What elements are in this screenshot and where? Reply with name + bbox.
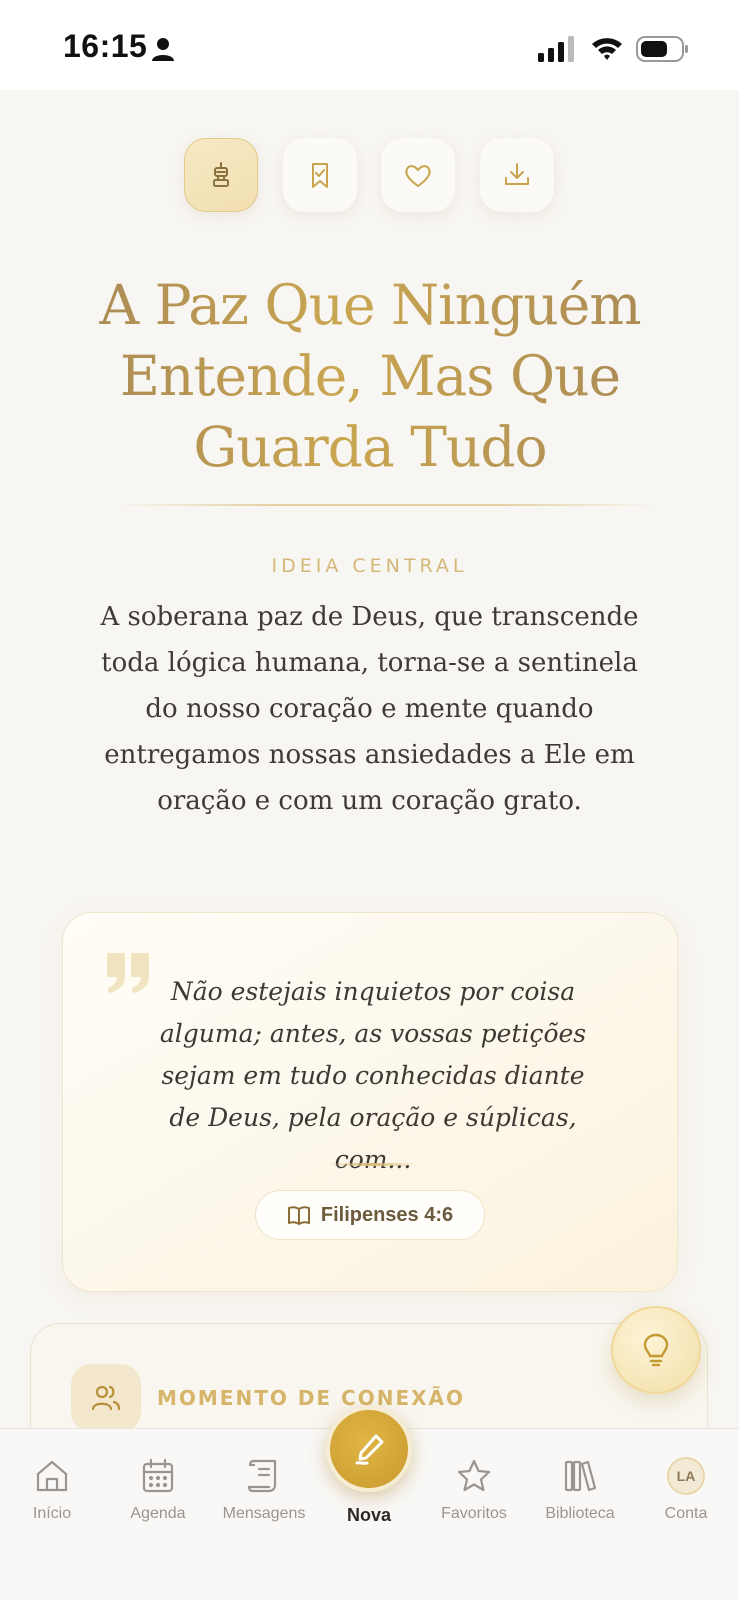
- pen-icon: [355, 1434, 384, 1465]
- tab-nova-label: Nova: [346, 1505, 391, 1525]
- avatar: LA: [667, 1457, 705, 1495]
- scroll-icon: [247, 1459, 277, 1493]
- tab-conta-label: Conta: [664, 1505, 708, 1522]
- lamp-icon: [213, 162, 229, 187]
- heart-icon: [405, 165, 431, 187]
- calendar-icon: [142, 1458, 174, 1493]
- tab-inicio-label: Início: [32, 1505, 72, 1522]
- tab-mensagens-label: Mensagens: [222, 1505, 306, 1522]
- status-time: 16:15: [63, 28, 148, 64]
- verse-reference: Filipenses 4:6: [320, 1203, 454, 1226]
- connection-label: MOMENTO DE CONEXÃO: [157, 1386, 466, 1410]
- tab-agenda[interactable]: Agenda: [108, 1457, 208, 1523]
- favorite-button[interactable]: [381, 138, 455, 212]
- person-icon: [152, 38, 174, 61]
- library-icon: [564, 1460, 597, 1492]
- central-idea-text: A soberana paz de Deus, que transcende t…: [100, 602, 639, 816]
- central-idea-label: IDEIA CENTRAL: [271, 555, 468, 577]
- sermon-title: A Paz Que Ninguém Entende, Mas Que Guard…: [80, 270, 660, 483]
- star-icon: [457, 1459, 491, 1492]
- idea-button[interactable]: [611, 1306, 701, 1394]
- download-button[interactable]: [480, 138, 554, 212]
- connection-icon-badge: [71, 1364, 141, 1432]
- home-icon: [36, 1460, 68, 1492]
- download-icon: [505, 163, 529, 185]
- status-bar: 16:15: [0, 0, 739, 90]
- verse-reference-button[interactable]: Filipenses 4:6: [255, 1190, 485, 1240]
- signal-icon: [538, 36, 574, 62]
- tab-inicio[interactable]: Início: [2, 1457, 102, 1523]
- tab-conta[interactable]: LA Conta: [636, 1457, 736, 1523]
- open-book-icon: [287, 1206, 310, 1225]
- tab-mensagens[interactable]: Mensagens: [214, 1457, 314, 1523]
- users-icon: [91, 1385, 121, 1411]
- bookmark-button[interactable]: [283, 138, 357, 212]
- new-sermon-button[interactable]: [326, 1406, 412, 1492]
- verse-card[interactable]: Não estejais inquietos por coisa alguma;…: [62, 912, 678, 1292]
- tab-biblioteca[interactable]: Biblioteca: [530, 1457, 630, 1523]
- tab-biblioteca-label: Biblioteca: [545, 1505, 615, 1522]
- lamp-button[interactable]: [184, 138, 258, 212]
- wifi-icon: [592, 38, 622, 60]
- title-divider: [115, 504, 655, 506]
- verse-divider: [328, 1163, 418, 1166]
- bookmark-check-icon: [312, 163, 328, 188]
- tab-favoritos-label: Favoritos: [441, 1505, 507, 1522]
- lightbulb-icon: [643, 1333, 669, 1367]
- tab-favoritos[interactable]: Favoritos: [424, 1457, 524, 1523]
- battery-icon: [636, 36, 688, 62]
- tab-agenda-label: Agenda: [130, 1505, 186, 1522]
- verse-text: Não estejais inquietos por coisa alguma;…: [159, 977, 587, 1174]
